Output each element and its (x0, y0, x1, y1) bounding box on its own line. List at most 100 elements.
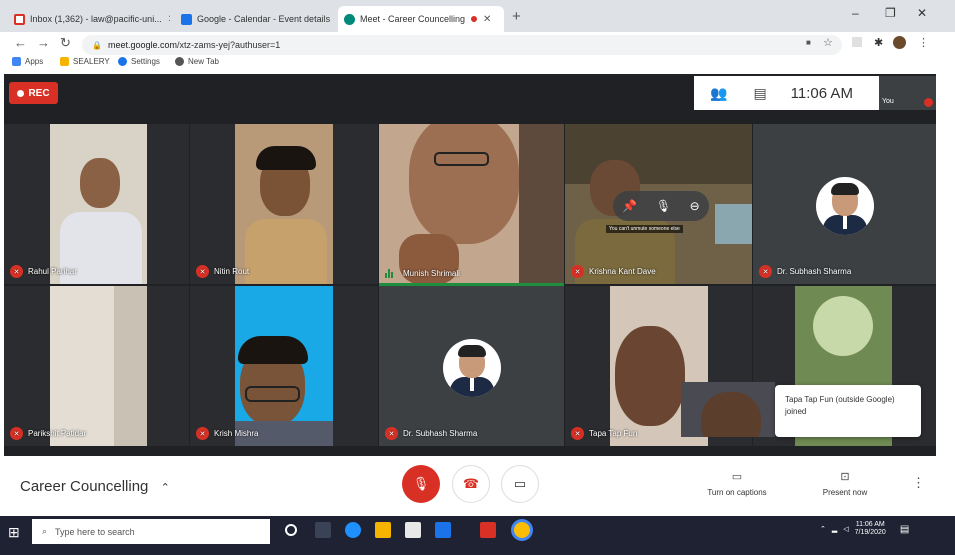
bookmark-apps[interactable]: Apps (12, 57, 43, 66)
mic-off-icon: ✕ (571, 265, 584, 278)
profile-avatar[interactable] (893, 36, 906, 49)
network-icon[interactable]: ▂ (832, 525, 837, 533)
mcafee-icon[interactable] (480, 522, 496, 538)
self-preview[interactable] (681, 382, 775, 437)
record-dot-icon (17, 89, 25, 97)
reload-icon[interactable]: ↻ (60, 35, 71, 51)
mail-icon[interactable] (435, 522, 451, 538)
bookmark-new-tab[interactable]: New Tab (175, 57, 219, 66)
file-explorer-icon[interactable] (375, 522, 391, 538)
chevron-up-icon: ⌃ (160, 482, 170, 494)
participant-tile[interactable]: ✕ Krish Mishra (190, 286, 378, 446)
participant-face (409, 124, 519, 244)
join-notification: Tapa Tap Fun (outside Google) joined (775, 385, 921, 437)
volume-icon[interactable]: ◁ (843, 525, 848, 533)
mute-participant-icon[interactable]: 🎙 (656, 199, 671, 213)
minimize-icon[interactable]: – (852, 6, 859, 20)
close-tab-icon[interactable]: ✕ (336, 14, 337, 25)
forward-icon[interactable]: → (37, 35, 50, 50)
camera-toggle-button[interactable]: ▭ (501, 465, 539, 503)
participant-name: Nitin Rout (214, 267, 250, 276)
participant-nameplate: ✕ Tapa Tap Fun (571, 427, 637, 440)
address-bar[interactable]: 🔒 meet.google.com/xtz-zams-yej?authuser=… (82, 35, 842, 55)
captions-button[interactable]: ▭ Turn on captions (697, 470, 777, 497)
participant-nameplate: ✕ Dr. Subhash Sharma (385, 427, 477, 440)
avatar (816, 177, 874, 235)
taskbar-clock[interactable]: 11:06 AM 7/19/2020 (855, 521, 886, 538)
cortana-icon[interactable] (285, 524, 297, 536)
close-tab-icon[interactable]: ✕ (483, 14, 491, 25)
taskbar-search-box[interactable]: ⌕ Type here to search (32, 519, 270, 544)
eyeglasses (434, 152, 489, 166)
close-tab-icon[interactable]: ✕ (168, 14, 170, 25)
hover-tooltip: You can't unmute someone else (606, 225, 683, 233)
camera-icon: ▭ (513, 476, 527, 491)
participant-face (80, 158, 120, 208)
meeting-name: Career Councelling (20, 478, 149, 495)
participant-name: Krish Mishra (214, 429, 259, 438)
participant-name: Parikshit Patidar (28, 429, 87, 438)
remove-participant-icon[interactable]: ⊖ (690, 199, 700, 213)
mic-off-icon: ✕ (385, 427, 398, 440)
tab-gmail[interactable]: Inbox (1,362) - law@pacific-uni... ✕ (8, 6, 170, 32)
participant-tile[interactable]: ✕ Nitin Rout (190, 124, 378, 284)
star-icon[interactable]: ☆ (823, 36, 833, 49)
people-icon[interactable]: 👥 (710, 85, 727, 102)
more-options-icon[interactable]: ⋮ (912, 475, 925, 491)
participant-name: Krishna Kant Dave (589, 267, 656, 276)
globe-icon (175, 57, 184, 66)
edge-icon[interactable] (345, 522, 361, 538)
mic-toggle-button[interactable]: 🎙 (402, 465, 440, 503)
camera-indicator-icon[interactable]: ■ (806, 38, 811, 47)
participant-tile[interactable]: ✕ Dr. Subhash Sharma (753, 124, 936, 284)
participant-nameplate: ✕ Nitin Rout (196, 265, 249, 278)
menu-icon[interactable]: ⋮ (918, 36, 929, 49)
tab-label: Inbox (1,362) - law@pacific-uni... (30, 14, 162, 24)
tab-meet[interactable]: Meet - Career Councelling ✕ (338, 6, 504, 32)
calendar-icon (181, 13, 192, 25)
close-window-icon[interactable]: ✕ (917, 6, 927, 20)
puzzle-icon[interactable]: ✱ (874, 36, 883, 49)
participant-tile[interactable]: Munish Shrimali (379, 124, 564, 284)
participant-name: Tapa Tap Fun (589, 429, 638, 438)
tab-calendar[interactable]: Google - Calendar - Event details ✕ (175, 6, 337, 32)
chevron-up-icon[interactable]: ⌃ (820, 525, 826, 533)
windows-start-icon[interactable]: ⊞ (8, 524, 20, 541)
present-label: Present now (822, 488, 868, 497)
mic-off-icon: ✕ (571, 427, 584, 440)
folder-icon (60, 57, 69, 66)
pin-icon[interactable]: 📌 (622, 199, 637, 213)
meeting-details[interactable]: Career Councelling ⌃ (20, 478, 170, 495)
extension-icon[interactable] (852, 37, 862, 47)
participant-tile[interactable]: ✕ Parikshit Patidar (4, 286, 189, 446)
bookmark-sealery[interactable]: SEALERY (60, 57, 110, 66)
chrome-icon[interactable] (514, 522, 530, 538)
background-wall (519, 124, 564, 284)
monitor-background (715, 204, 752, 244)
back-icon[interactable]: ← (14, 35, 27, 50)
self-label: You (882, 98, 894, 105)
notifications-icon[interactable]: ▤ (900, 524, 909, 535)
present-now-button[interactable]: ⊡ Present now (805, 470, 885, 497)
apps-icon (12, 57, 21, 66)
participant-hover-controls: 📌 🎙 ⊖ (613, 191, 709, 221)
eyeglasses (245, 386, 300, 402)
bookmark-settings[interactable]: Settings (118, 57, 160, 66)
mic-off-icon: ✕ (196, 427, 209, 440)
bookmarks-bar: Apps SEALERY Settings New Tab (0, 56, 955, 72)
maximize-icon[interactable]: ❐ (885, 6, 896, 20)
participant-hair (238, 336, 308, 364)
participant-tile[interactable]: ✕ Rahul Parihar (4, 124, 189, 284)
wall (114, 286, 147, 446)
lock-icon: 🔒 (92, 40, 102, 50)
store-icon[interactable] (405, 522, 421, 538)
self-view-thumbnail[interactable]: You (879, 76, 936, 110)
new-tab-button[interactable]: + (512, 8, 521, 25)
avatar (443, 339, 501, 397)
task-view-icon[interactable] (315, 522, 331, 538)
participant-nameplate: ✕ Rahul Parihar (10, 265, 77, 278)
mic-off-icon: ✕ (10, 427, 23, 440)
leave-call-button[interactable]: ☎ (452, 465, 490, 503)
participant-tile[interactable]: ✕ Dr. Subhash Sharma (379, 286, 564, 446)
chat-icon[interactable]: ▤ (753, 85, 766, 102)
